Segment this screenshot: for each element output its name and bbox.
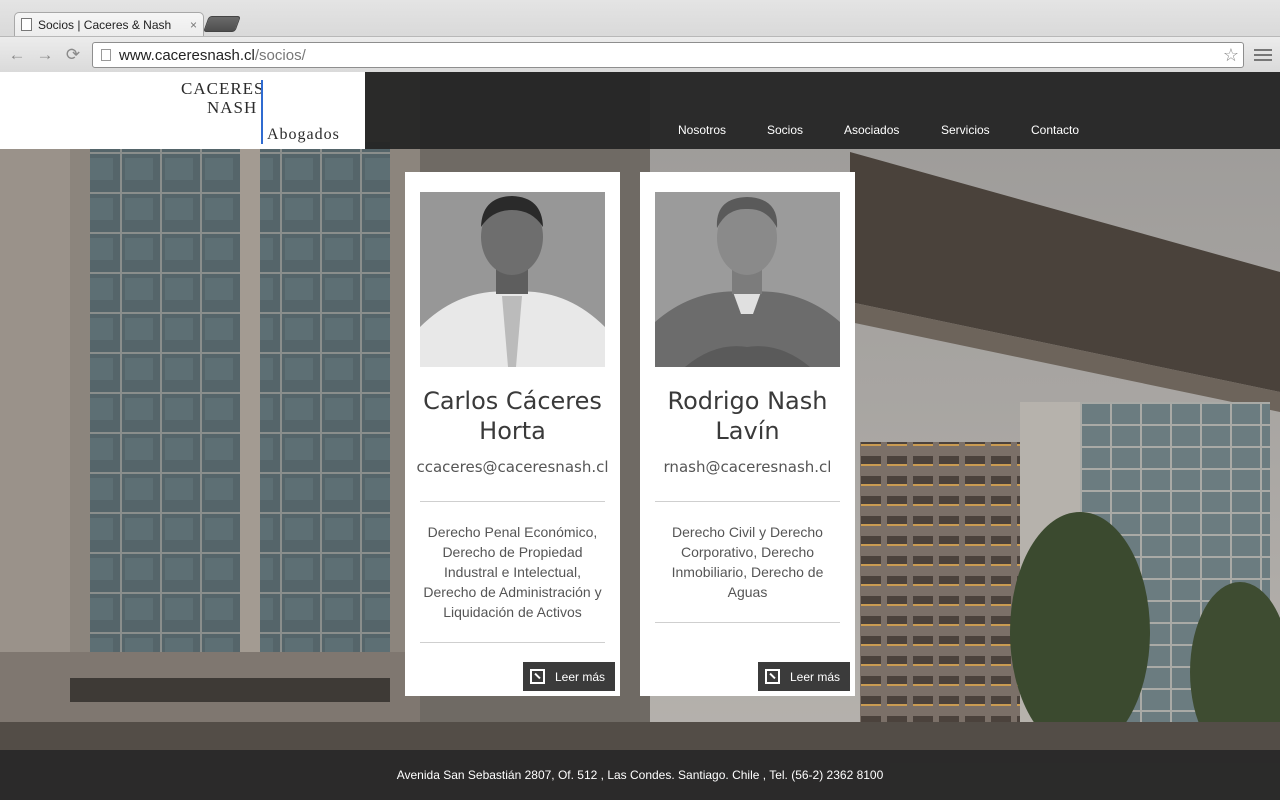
bookmark-star-icon[interactable]: ☆	[1223, 45, 1239, 66]
main-nav: Nosotros Socios Asociados Servicios Cont…	[0, 123, 1280, 143]
close-tab-icon[interactable]: ×	[190, 18, 197, 32]
practice-area-line: Industral e Intelectual,	[444, 564, 581, 580]
divider	[655, 501, 840, 502]
browser-tab[interactable]: Socios | Caceres & Nash ×	[14, 12, 204, 36]
browser-menu-icon[interactable]	[1254, 45, 1272, 65]
practice-areas: Derecho Civil y Derecho Corporativo, Der…	[650, 522, 845, 602]
divider	[420, 642, 605, 643]
site-header: CACERES NASH Abogados Nosotros Socios As…	[0, 72, 1280, 149]
partner-email[interactable]: rnash@caceresnash.cl	[640, 458, 855, 476]
read-more-label: Leer más	[555, 669, 606, 684]
practice-area-line: Derecho Civil y Derecho	[672, 524, 823, 540]
practice-area-line: Derecho de Administración y	[423, 584, 602, 600]
site-footer: Avenida San Sebastián 2807, Of. 512 , La…	[0, 750, 1280, 800]
partner-card: Carlos Cáceres Horta ccaceres@caceresnas…	[405, 172, 620, 696]
nav-contacto[interactable]: Contacto	[1031, 123, 1079, 137]
partner-name: Carlos Cáceres Horta	[405, 386, 620, 446]
read-more-button[interactable]: Leer más	[758, 662, 850, 691]
browser-chrome: Socios | Caceres & Nash × ← → ⟳ www.cace…	[0, 0, 1280, 72]
logo-caceres: CACERES	[181, 79, 265, 98]
nav-asociados[interactable]: Asociados	[844, 123, 899, 137]
new-tab-button[interactable]	[203, 16, 241, 32]
partner-name: Rodrigo Nash Lavín	[640, 386, 855, 446]
tab-title: Socios | Caceres & Nash	[38, 17, 172, 32]
address-bar[interactable]: www.caceresnash.cl/socios/ ☆	[92, 42, 1244, 68]
partner-name-line2: Horta	[479, 417, 546, 445]
back-button[interactable]: ←	[6, 44, 28, 66]
reload-button[interactable]: ⟳	[62, 44, 84, 66]
page: CACERES NASH Abogados Nosotros Socios As…	[0, 72, 1280, 800]
browser-toolbar: ← → ⟳ www.caceresnash.cl/socios/ ☆	[0, 36, 1280, 72]
url-host: www.caceresnash.cl	[119, 46, 255, 64]
practice-area-line: Liquidación de Activos	[443, 604, 582, 620]
tab-strip: Socios | Caceres & Nash ×	[0, 0, 1280, 36]
nav-nosotros[interactable]: Nosotros	[678, 123, 726, 137]
expand-arrow-icon	[530, 669, 545, 684]
partner-name-line2: Lavín	[715, 417, 780, 445]
partner-name-line1: Rodrigo Nash	[667, 387, 828, 415]
partner-photo	[655, 192, 840, 367]
practice-area-line: Corporativo, Derecho	[680, 544, 815, 560]
read-more-label: Leer más	[790, 669, 841, 684]
expand-arrow-icon	[765, 669, 780, 684]
practice-area-line: Aguas	[727, 584, 768, 600]
nav-servicios[interactable]: Servicios	[941, 123, 990, 137]
footer-address: Avenida San Sebastián 2807, Of. 512 , La…	[396, 768, 884, 782]
forward-button[interactable]: →	[34, 44, 56, 66]
url-path: /socios/	[254, 46, 306, 64]
nav-socios[interactable]: Socios	[767, 123, 803, 137]
practice-area-line: Derecho Penal Económico,	[427, 524, 598, 540]
url-text: www.caceresnash.cl/socios/	[119, 47, 306, 64]
read-more-button[interactable]: Leer más	[523, 662, 615, 691]
divider	[655, 622, 840, 623]
page-icon	[101, 49, 111, 61]
partner-photo	[420, 192, 605, 367]
partner-card: Rodrigo Nash Lavín rnash@caceresnash.cl …	[640, 172, 855, 696]
practice-area-line: Inmobiliario, Derecho de	[671, 564, 824, 580]
partner-email[interactable]: ccaceres@caceresnash.cl	[405, 458, 620, 476]
practice-areas: Derecho Penal Económico, Derecho de Prop…	[415, 522, 610, 622]
logo-nash: NASH	[207, 98, 258, 117]
page-favicon-icon	[21, 18, 32, 31]
partner-name-line1: Carlos Cáceres	[423, 387, 602, 415]
practice-area-line: Derecho de Propiedad	[442, 544, 583, 560]
divider	[420, 501, 605, 502]
